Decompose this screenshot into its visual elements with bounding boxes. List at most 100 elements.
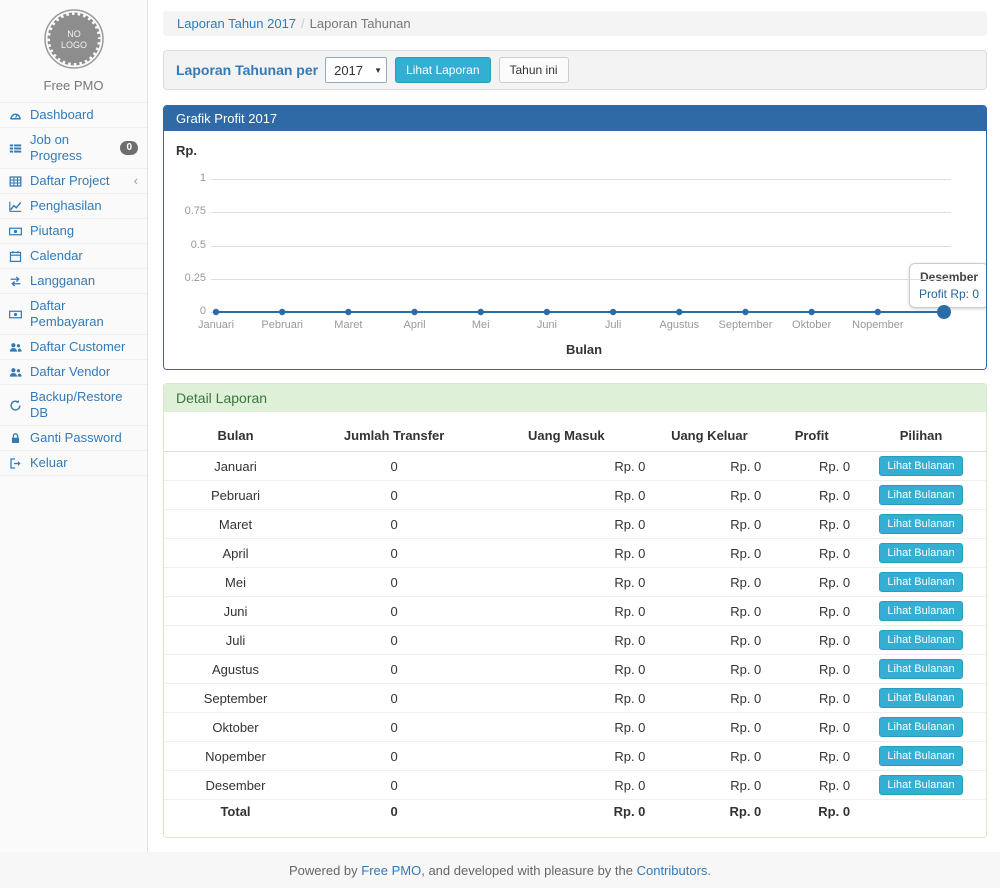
table-icon — [9, 175, 22, 188]
sidebar-item-daftar-pembayaran[interactable]: Daftar Pembayaran — [0, 293, 147, 334]
cell-profit: Rp. 0 — [767, 713, 856, 742]
lihat-bulanan-button[interactable]: Lihat Bulanan — [879, 485, 962, 505]
lihat-bulanan-button[interactable]: Lihat Bulanan — [879, 572, 962, 592]
chart-data-point[interactable] — [478, 309, 484, 315]
cell-pilihan: Lihat Bulanan — [856, 481, 986, 510]
chart-data-point[interactable] — [345, 309, 351, 315]
lihat-bulanan-button[interactable]: Lihat Bulanan — [879, 775, 962, 795]
cell-uang-masuk: Rp. 0 — [481, 568, 651, 597]
cell-uang-masuk: Rp. 0 — [481, 742, 651, 771]
footer-link-contributors[interactable]: Contributors. — [637, 863, 711, 878]
chart-data-point[interactable] — [213, 309, 219, 315]
chart-data-point[interactable] — [279, 309, 285, 315]
footer-link-freepmo[interactable]: Free PMO — [361, 863, 421, 878]
money-icon — [9, 308, 22, 321]
sidebar-item-label: Penghasilan — [30, 198, 102, 214]
cell-jumlah-transfer: 0 — [307, 655, 481, 684]
sidebar-item-label: Daftar Pembayaran — [30, 298, 138, 330]
money-icon — [9, 225, 22, 238]
calendar-icon — [9, 250, 22, 263]
sidebar-item-calendar[interactable]: Calendar — [0, 243, 147, 268]
chart-x-tick-label: Nopember — [838, 319, 918, 331]
table-row: Juni0Rp. 0Rp. 0Rp. 0Lihat Bulanan — [164, 597, 986, 626]
cell-profit: Rp. 0 — [767, 452, 856, 481]
cell-profit: Rp. 0 — [767, 771, 856, 800]
refresh-icon — [9, 399, 26, 412]
signout-icon — [9, 457, 26, 470]
lihat-bulanan-button[interactable]: Lihat Bulanan — [879, 630, 962, 650]
cell-uang-masuk: Rp. 0 — [481, 626, 651, 655]
sidebar-item-job-on-progress[interactable]: Job on Progress0 — [0, 127, 147, 168]
sidebar-item-daftar-vendor[interactable]: Daftar Vendor — [0, 359, 147, 384]
cell-pilihan: Lihat Bulanan — [856, 626, 986, 655]
chart-data-point[interactable] — [544, 309, 550, 315]
cell-uang-masuk: Rp. 0 — [481, 481, 651, 510]
chart-data-point[interactable] — [808, 309, 814, 315]
table-row: Mei0Rp. 0Rp. 0Rp. 0Lihat Bulanan — [164, 568, 986, 597]
lihat-bulanan-button[interactable]: Lihat Bulanan — [879, 746, 962, 766]
lihat-bulanan-button[interactable]: Lihat Bulanan — [879, 659, 962, 679]
cell-uang-masuk: Rp. 0 — [481, 655, 651, 684]
users-icon — [9, 366, 26, 379]
column-header-pilihan: Pilihan — [856, 420, 986, 452]
chart-line-icon — [9, 200, 22, 213]
sidebar-item-langganan[interactable]: Langganan — [0, 268, 147, 293]
chart-data-point[interactable] — [742, 309, 748, 315]
year-filter-panel: Laporan Tahunan per 2017 ▼ Lihat Laporan… — [163, 50, 987, 90]
lihat-bulanan-button[interactable]: Lihat Bulanan — [879, 688, 962, 708]
cell-uang-keluar: Rp. 0 — [651, 713, 767, 742]
lihat-bulanan-button[interactable]: Lihat Bulanan — [879, 601, 962, 621]
sidebar-item-dashboard[interactable]: Dashboard — [0, 102, 147, 127]
cell-profit: Rp. 0 — [767, 510, 856, 539]
sidebar-item-label: Backup/Restore DB — [30, 389, 138, 421]
cell-uang-masuk: Rp. 0 — [481, 800, 651, 824]
chart-data-point[interactable] — [610, 309, 616, 315]
cell-profit: Rp. 0 — [767, 655, 856, 684]
tasks-icon — [9, 142, 22, 155]
chart-panel-title: Grafik Profit 2017 — [164, 106, 986, 131]
sidebar-item-daftar-customer[interactable]: Daftar Customer — [0, 334, 147, 359]
lihat-bulanan-button[interactable]: Lihat Bulanan — [879, 456, 962, 476]
lihat-bulanan-button[interactable]: Lihat Bulanan — [879, 717, 962, 737]
chevron-left-icon: ‹ — [134, 175, 138, 187]
chart-data-point[interactable] — [875, 309, 881, 315]
sidebar-item-piutang[interactable]: Piutang — [0, 218, 147, 243]
chart-data-point[interactable] — [676, 309, 682, 315]
cell-profit: Rp. 0 — [767, 742, 856, 771]
breadcrumb-link-laporan-tahun[interactable]: Laporan Tahun 2017 — [177, 16, 296, 31]
cell-pilihan: Lihat Bulanan — [856, 510, 986, 539]
lihat-bulanan-button[interactable]: Lihat Bulanan — [879, 514, 962, 534]
sidebar-item-daftar-project[interactable]: Daftar Project‹ — [0, 168, 147, 193]
tahun-ini-button[interactable]: Tahun ini — [499, 57, 569, 83]
cell-pilihan: Lihat Bulanan — [856, 539, 986, 568]
dashboard-icon — [9, 109, 22, 122]
table-row: Oktober0Rp. 0Rp. 0Rp. 0Lihat Bulanan — [164, 713, 986, 742]
cell-jumlah-transfer: 0 — [307, 597, 481, 626]
table-icon — [9, 175, 26, 188]
column-header-profit: Profit — [767, 420, 856, 452]
year-select[interactable]: 2017 — [325, 57, 387, 83]
lihat-bulanan-button[interactable]: Lihat Bulanan — [879, 543, 962, 563]
cell-bulan: Pebruari — [164, 481, 307, 510]
cell-jumlah-transfer: 0 — [307, 684, 481, 713]
breadcrumb: Laporan Tahun 2017/Laporan Tahunan — [163, 11, 987, 36]
chart-data-point[interactable] — [937, 305, 951, 319]
lock-icon — [9, 432, 22, 445]
sidebar-item-ganti-password[interactable]: Ganti Password — [0, 425, 147, 450]
sidebar-item-backup-restore-db[interactable]: Backup/Restore DB — [0, 384, 147, 425]
cell-profit: Rp. 0 — [767, 800, 856, 824]
chart-data-point[interactable] — [411, 309, 417, 315]
table-row: April0Rp. 0Rp. 0Rp. 0Lihat Bulanan — [164, 539, 986, 568]
sidebar-item-keluar[interactable]: Keluar — [0, 450, 147, 476]
cell-jumlah-transfer: 0 — [307, 771, 481, 800]
cell-profit: Rp. 0 — [767, 626, 856, 655]
no-logo-icon: NO LOGO — [43, 8, 105, 70]
lock-icon — [9, 432, 26, 445]
table-row: Desember0Rp. 0Rp. 0Rp. 0Lihat Bulanan — [164, 771, 986, 800]
sidebar-item-penghasilan[interactable]: Penghasilan — [0, 193, 147, 218]
lihat-laporan-button[interactable]: Lihat Laporan — [395, 57, 490, 83]
sidebar-item-label: Daftar Customer — [30, 339, 125, 355]
cell-jumlah-transfer: 0 — [307, 713, 481, 742]
cell-jumlah-transfer: 0 — [307, 481, 481, 510]
column-header-jumlah-transfer: Jumlah Transfer — [307, 420, 481, 452]
